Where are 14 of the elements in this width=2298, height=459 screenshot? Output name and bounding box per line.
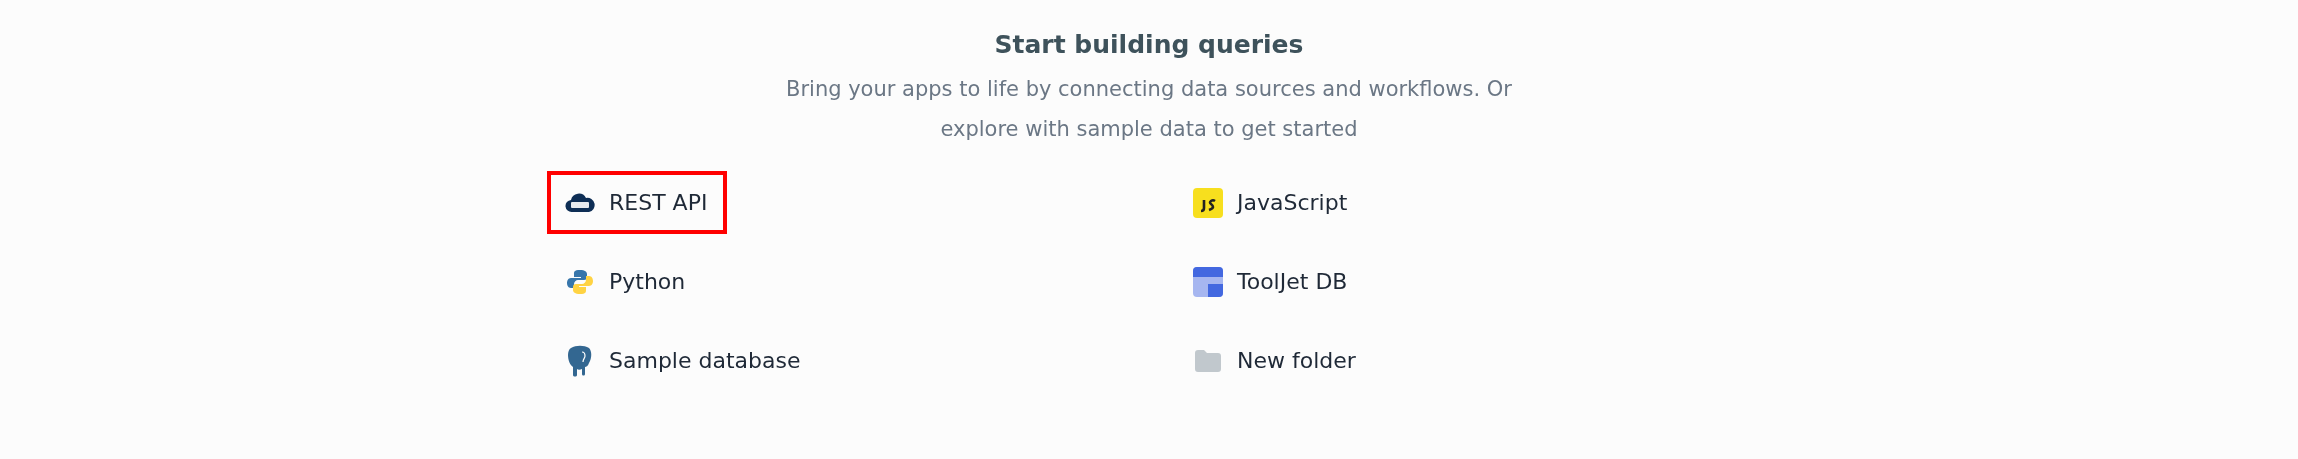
data-source-item[interactable]: New folder [1175,329,1376,392]
data-source-item[interactable]: REST API [547,171,728,234]
data-source-item[interactable]: JavaScript [1175,171,1368,234]
data-source-item[interactable]: Python [547,250,706,313]
data-source-item[interactable]: ToolJet DB [1175,250,1368,313]
javascript-icon [1193,187,1223,218]
cloud-icon [565,191,595,214]
section-description: Bring your apps to life by connecting data sources and workflows. Or explore with sample data to get started [785,76,1513,143]
python-icon [566,267,594,296]
data-source-item[interactable]: Sample database [547,329,821,392]
elephant-icon [567,344,593,377]
database-icon [1193,266,1223,297]
folder-icon [1195,349,1221,372]
section-title: Start building queries [994,30,1304,59]
